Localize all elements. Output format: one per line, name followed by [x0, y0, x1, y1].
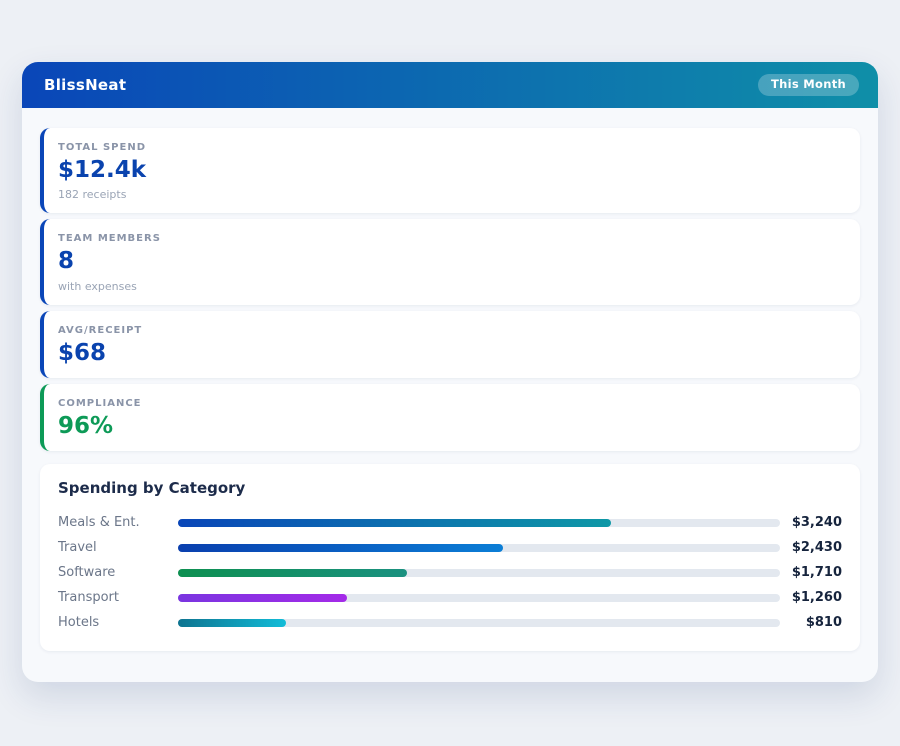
stat-label: COMPLIANCE	[58, 398, 846, 409]
category-label: Meals & Ent.	[58, 515, 178, 530]
stat-label: TEAM MEMBERS	[58, 233, 846, 244]
bar-fill	[178, 569, 407, 577]
app-header: BlissNeat This Month	[22, 62, 878, 108]
bar-track	[178, 594, 780, 602]
stat-value: $12.4k	[58, 158, 846, 183]
app-body: TOTAL SPEND $12.4k 182 receipts TEAM MEM…	[22, 108, 878, 651]
stat-value: 8	[58, 249, 846, 274]
app-card: BlissNeat This Month TOTAL SPEND $12.4k …	[22, 62, 878, 682]
bar-track	[178, 569, 780, 577]
bar-fill	[178, 519, 611, 527]
chart-rows: Meals & Ent. $3,240 Travel $2,430 Softwa…	[58, 510, 842, 635]
chart-row: Software $1,710	[58, 560, 842, 585]
stat-subtext: with expenses	[58, 280, 846, 293]
bar-fill	[178, 544, 503, 552]
stat-value: $68	[58, 341, 846, 366]
chart-row: Travel $2,430	[58, 535, 842, 560]
stat-value: 96%	[58, 414, 846, 439]
stat-subtext: 182 receipts	[58, 188, 846, 201]
spending-chart-card: Spending by Category Meals & Ent. $3,240…	[40, 464, 860, 651]
stat-card-avg-receipt: AVG/RECEIPT $68	[40, 311, 860, 378]
category-value: $1,260	[780, 590, 842, 605]
app-title: BlissNeat	[44, 76, 126, 94]
chart-title: Spending by Category	[58, 479, 842, 497]
stat-label: TOTAL SPEND	[58, 142, 846, 153]
category-label: Hotels	[58, 615, 178, 630]
chart-row: Transport $1,260	[58, 585, 842, 610]
category-label: Software	[58, 565, 178, 580]
stat-card-team-members: TEAM MEMBERS 8 with expenses	[40, 219, 860, 304]
category-value: $1,710	[780, 565, 842, 580]
chart-row: Hotels $810	[58, 610, 842, 635]
bar-track	[178, 519, 780, 527]
category-label: Travel	[58, 540, 178, 555]
bar-fill	[178, 594, 347, 602]
stat-card-compliance: COMPLIANCE 96%	[40, 384, 860, 451]
stat-card-total-spend: TOTAL SPEND $12.4k 182 receipts	[40, 128, 860, 213]
chart-row: Meals & Ent. $3,240	[58, 510, 842, 535]
bar-track	[178, 619, 780, 627]
category-value: $2,430	[780, 540, 842, 555]
category-value: $3,240	[780, 515, 842, 530]
category-label: Transport	[58, 590, 178, 605]
period-badge[interactable]: This Month	[758, 74, 859, 97]
bar-fill	[178, 619, 286, 627]
stat-label: AVG/RECEIPT	[58, 325, 846, 336]
stats-section: TOTAL SPEND $12.4k 182 receipts TEAM MEM…	[40, 128, 860, 451]
category-value: $810	[780, 615, 842, 630]
bar-track	[178, 544, 780, 552]
